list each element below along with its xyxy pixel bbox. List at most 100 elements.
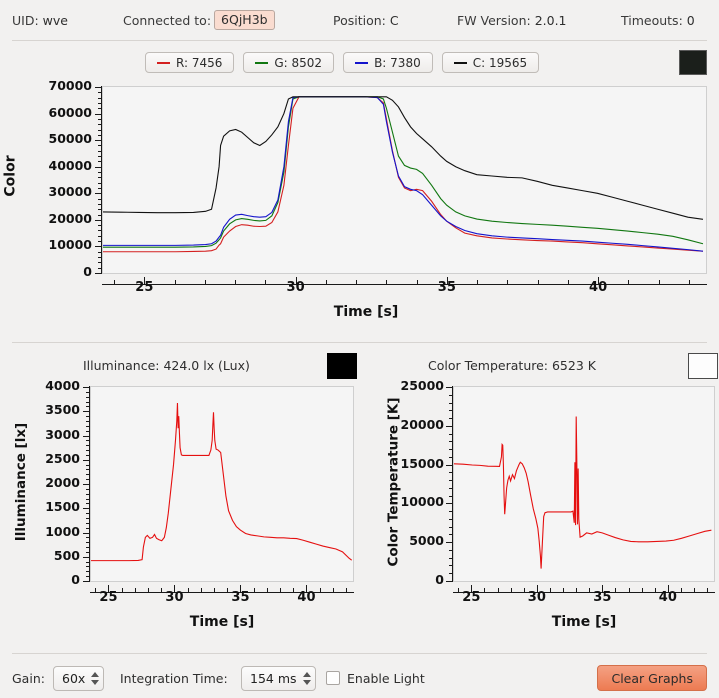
gain-spinner[interactable]: 60x: [53, 665, 105, 691]
uid-field: UID: wve: [12, 13, 68, 28]
y-tick-label: 0: [83, 264, 92, 279]
timeouts-field: Timeouts: 0: [621, 13, 695, 28]
y-tick-label: 1500: [45, 499, 80, 515]
y-tick-label: 2000: [45, 475, 80, 490]
clear-graphs-button[interactable]: Clear Graphs: [597, 665, 707, 691]
color-chart-y-axis-label: Color: [2, 155, 19, 197]
x-minor-tick: [537, 280, 539, 284]
y-tick-label: 4000: [45, 378, 80, 393]
y-tick-label: 70000: [48, 78, 93, 93]
x-minor-tick: [707, 588, 709, 592]
legend-line-swatch: [453, 61, 467, 64]
x-minor-tick: [510, 588, 512, 592]
gain-stepper-arrows[interactable]: [91, 671, 100, 685]
separator-middle: [12, 342, 707, 343]
x-tick-label: 25: [135, 280, 154, 295]
x-minor-tick: [214, 588, 216, 592]
series-line-b: [103, 97, 703, 251]
x-minor-tick: [332, 588, 334, 592]
color-temperature-chart-plot-area[interactable]: [453, 386, 715, 582]
x-tick-label: 25: [99, 590, 118, 605]
y-tick-label: 40000: [48, 157, 93, 173]
x-tick-label: 25: [462, 590, 481, 605]
y-tick-label: 30000: [48, 184, 93, 200]
sub-chart-headers: Illuminance: 424.0 lx (Lux) Color Temper…: [0, 352, 719, 382]
fw-version-field: FW Version: 2.0.1: [457, 13, 567, 28]
x-minor-tick: [325, 280, 327, 284]
x-minor-tick: [628, 280, 630, 284]
y-tick-label: 500: [53, 547, 80, 563]
y-tick-label: 50000: [48, 131, 93, 147]
x-minor-tick: [477, 280, 479, 284]
series-line-illuminance: [91, 403, 352, 561]
legend-item-r[interactable]: R: 7456: [145, 52, 235, 73]
position-value: C: [389, 12, 399, 28]
x-tick-label: 40: [589, 280, 608, 295]
y-tick-label: 15000: [400, 455, 445, 471]
series-line-color_temperature: [454, 416, 711, 568]
color-temperature-chart-x-axis-label: Time [s]: [551, 614, 617, 630]
x-minor-tick: [386, 280, 388, 284]
color-legend-row: R: 7456 G: 8502 B: 7380 C: 19565: [0, 48, 719, 82]
x-minor-tick: [266, 588, 268, 592]
y-tick-label: 5000: [409, 533, 444, 549]
chevron-up-icon[interactable]: [302, 671, 311, 677]
separator-bottom: [12, 653, 707, 654]
color-chart[interactable]: Color Time [s] 0 10000 20000 30000 40000 5000…: [0, 78, 719, 340]
illuminance-chart-plot-area[interactable]: [90, 386, 354, 582]
x-minor-tick: [628, 588, 630, 592]
enable-light-checkbox[interactable]: [326, 671, 340, 685]
legend-item-g[interactable]: G: 8502: [243, 52, 335, 73]
y-axis-spine: [89, 386, 90, 582]
integration-time-stepper-arrows[interactable]: [302, 671, 311, 685]
illuminance-chart-svg: [91, 387, 353, 581]
chevron-up-icon[interactable]: [91, 671, 100, 677]
y-tick-label: 3000: [45, 426, 80, 442]
separator-top: [12, 40, 707, 41]
y-tick-label: 0: [435, 572, 444, 587]
series-line-r: [103, 97, 703, 252]
x-minor-tick: [346, 588, 348, 592]
x-minor-tick: [688, 280, 690, 284]
fw-version-label: FW Version:: [457, 12, 531, 28]
x-minor-tick: [507, 280, 509, 284]
x-minor-tick: [174, 280, 176, 284]
color-chart-plot-area[interactable]: [102, 86, 707, 274]
legend-item-c[interactable]: C: 19565: [441, 52, 540, 73]
x-minor-tick: [658, 280, 660, 284]
illuminance-chart-x-axis-label: Time [s]: [189, 614, 255, 630]
y-tick-label: 2500: [45, 450, 80, 466]
legend-line-swatch: [255, 61, 269, 64]
brick-color-sensor-window: UID: wve Connected to: 6QjH3b Position: …: [0, 0, 719, 698]
series-line-g: [103, 97, 703, 247]
chevron-down-icon[interactable]: [302, 679, 311, 685]
x-minor-tick: [204, 280, 206, 284]
color-temperature-chart-svg: [454, 387, 714, 581]
x-minor-tick: [280, 588, 282, 592]
x-tick-label: 35: [593, 590, 612, 605]
gain-value: 60x: [62, 670, 86, 686]
color-temperature-chart[interactable]: Color Temperature [K] Time [s] 0 5000 1000…: [360, 378, 719, 650]
legend-item-label: R: 7456: [176, 55, 223, 70]
integration-time-spinner[interactable]: 154 ms: [241, 665, 316, 691]
x-minor-tick: [134, 588, 136, 592]
x-tick-label: 30: [286, 280, 305, 295]
position-label: Position:: [333, 12, 386, 28]
bottom-toolbar: Gain: 60x Integration Time: 154 ms Enabl…: [0, 658, 719, 698]
legend-line-swatch: [157, 61, 170, 64]
y-tick-label: 60000: [48, 104, 93, 120]
x-tick-label: 40: [297, 590, 316, 605]
uid-label: UID:: [12, 12, 39, 28]
y-tick-label: 0: [71, 572, 80, 587]
fw-version-value: 2.0.1: [534, 12, 567, 28]
x-tick-label: 35: [437, 280, 456, 295]
illuminance-preview-swatch: [327, 353, 357, 379]
illuminance-chart[interactable]: Illuminance [lx] Time [s] 0 500 1000 1500 20…: [0, 378, 360, 650]
x-minor-tick: [563, 588, 565, 592]
x-minor-tick: [148, 588, 150, 592]
timeouts-label: Timeouts:: [621, 12, 683, 28]
y-tick-label: 20000: [48, 210, 93, 226]
connected-uid-chip[interactable]: 6QjH3b: [214, 10, 275, 30]
legend-item-b[interactable]: B: 7380: [343, 52, 433, 73]
chevron-down-icon[interactable]: [91, 679, 100, 685]
